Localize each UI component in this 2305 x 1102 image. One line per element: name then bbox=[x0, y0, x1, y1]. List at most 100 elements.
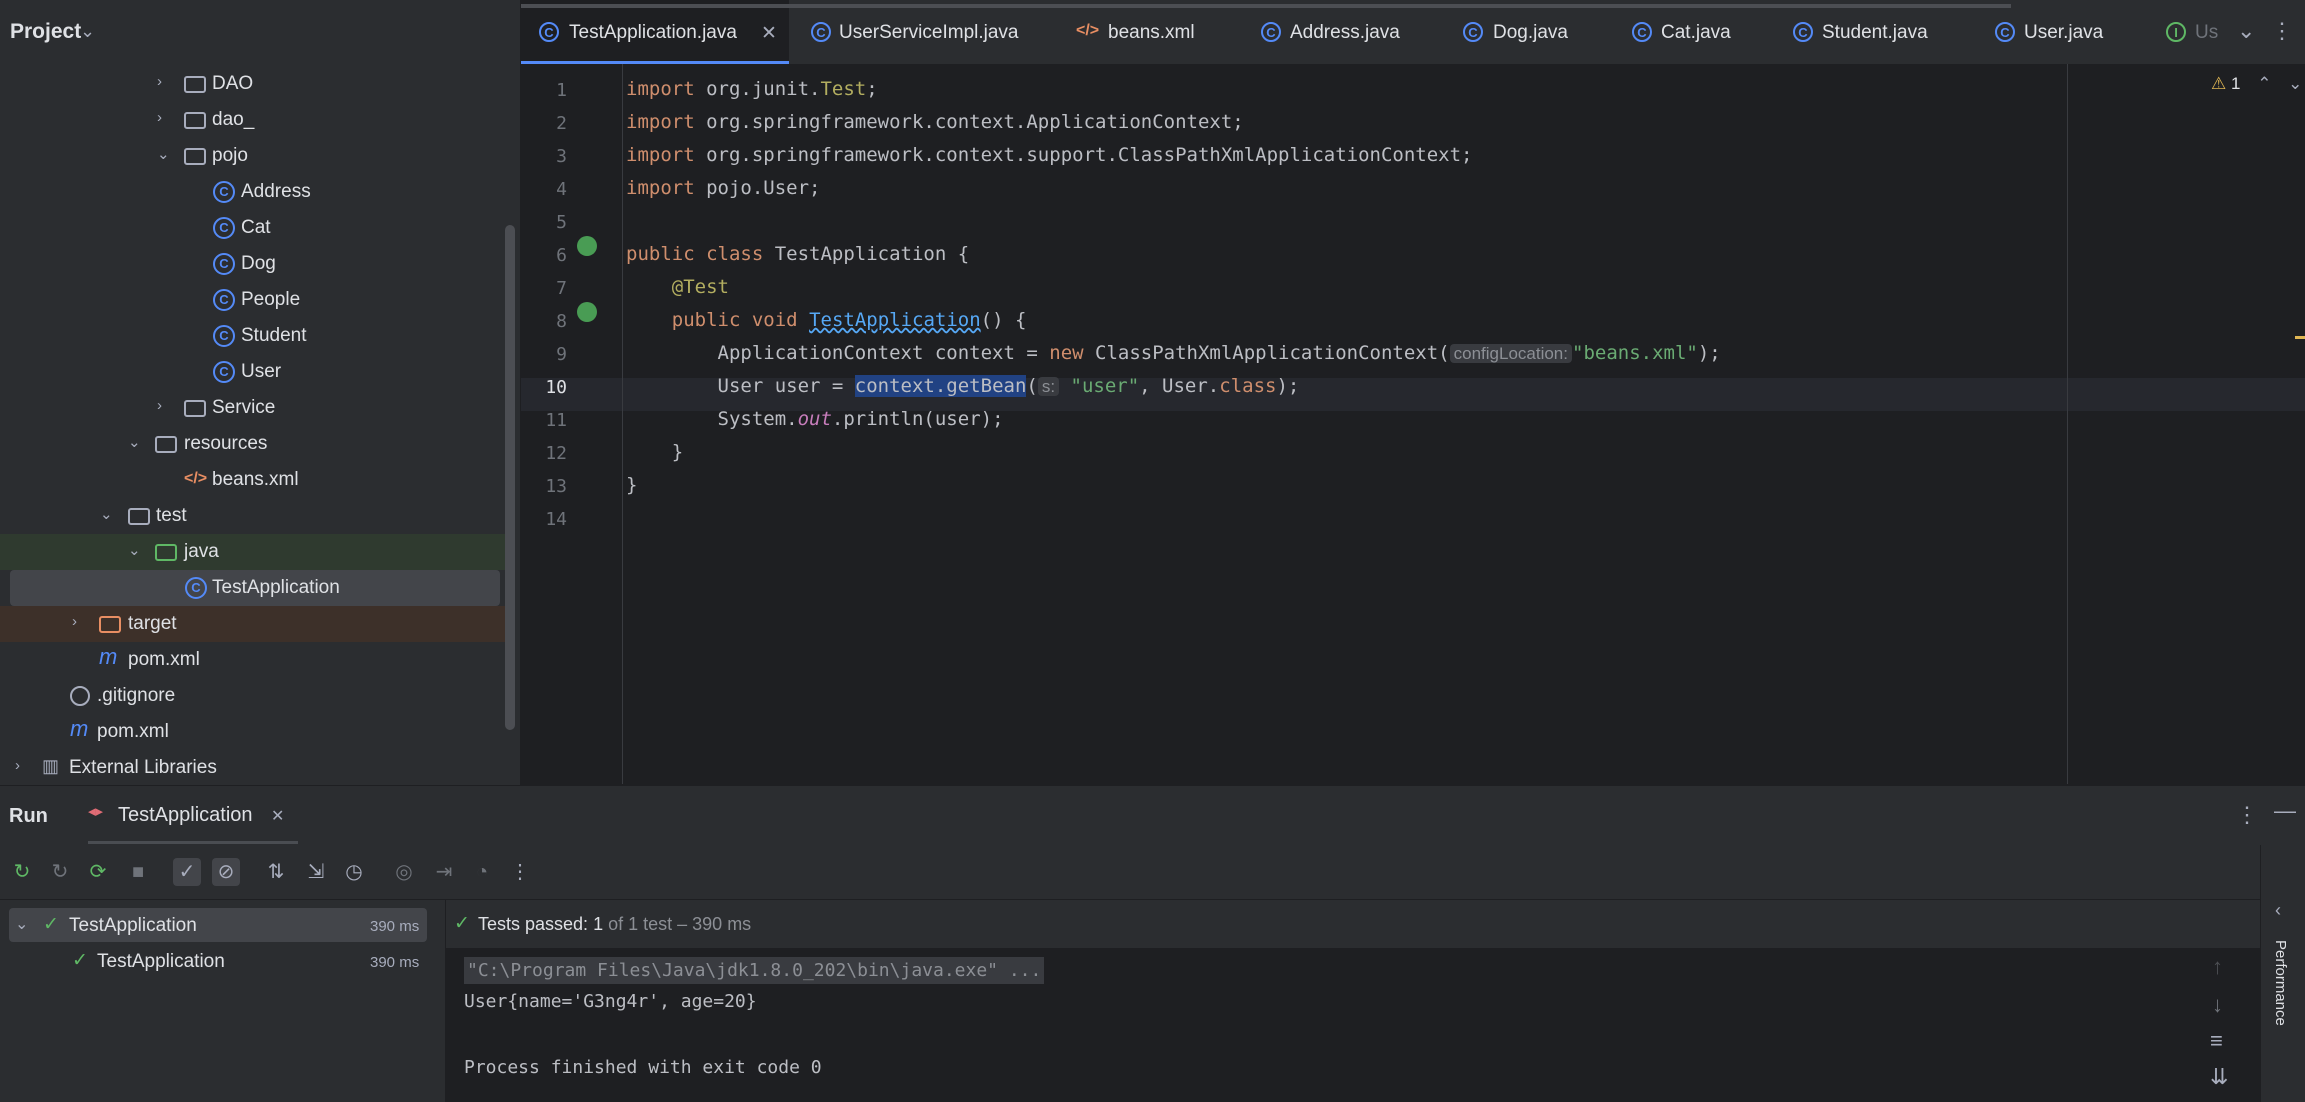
chevron-down-icon[interactable]: ⌄ bbox=[2288, 74, 2302, 93]
tab-user-java[interactable]: C User.java bbox=[1995, 0, 2125, 64]
chevron-right-icon[interactable]: › bbox=[72, 613, 88, 630]
code-editor[interactable]: 1 2 3 4 5 6 7 8 9 10 11 12 13 14 import … bbox=[521, 64, 2305, 784]
project-title[interactable]: Project bbox=[10, 20, 81, 44]
tree-item-java[interactable]: ⌄ java bbox=[0, 534, 505, 570]
scroll-to-end-icon[interactable]: ⇊ bbox=[2210, 1064, 2228, 1090]
tab-cat-java[interactable]: C Cat.java bbox=[1632, 0, 1752, 64]
chevron-up-icon[interactable]: ⌃ bbox=[2257, 74, 2271, 93]
import-icon[interactable]: ⇥ bbox=[430, 858, 458, 886]
line-number: 5 bbox=[556, 212, 567, 233]
class-icon: C bbox=[213, 289, 235, 311]
more-vertical-icon[interactable]: ⋮ bbox=[2236, 802, 2258, 828]
tab-us[interactable]: I Us bbox=[2166, 0, 2236, 64]
tree-item-student[interactable]: C Student bbox=[0, 318, 505, 354]
tab-testapplication-java[interactable]: C TestApplication.java ✕ bbox=[521, 0, 789, 64]
tab-label: Address.java bbox=[1290, 22, 1400, 43]
tree-item-address[interactable]: C Address bbox=[0, 174, 505, 210]
tree-item-target[interactable]: › target bbox=[0, 606, 505, 642]
tree-item-cat[interactable]: C Cat bbox=[0, 210, 505, 246]
test-case-row[interactable]: ✓ TestApplication 390 ms bbox=[9, 944, 427, 978]
tree-item-pom-xml-root[interactable]: m pom.xml bbox=[0, 714, 505, 750]
chevron-down-icon[interactable]: ⌄ bbox=[128, 433, 144, 451]
tab-label: User.java bbox=[2024, 22, 2104, 43]
project-header[interactable]: Project ⌄ bbox=[0, 0, 520, 64]
tab-address-java[interactable]: C Address.java bbox=[1261, 0, 1431, 64]
show-ignored-icon[interactable]: ⊘ bbox=[212, 858, 240, 886]
code-line-13: } bbox=[626, 474, 638, 496]
tab-dog-java[interactable]: C Dog.java bbox=[1463, 0, 1593, 64]
chevron-down-icon[interactable]: ⌄ bbox=[15, 914, 28, 934]
tree-item-label: pom.xml bbox=[97, 721, 169, 742]
tree-item-dao-underscore[interactable]: › dao_ bbox=[0, 102, 505, 138]
rerun-icon[interactable]: ↻ bbox=[8, 858, 36, 886]
coverage-icon[interactable]: ◔ bbox=[468, 858, 496, 886]
chevron-down-icon[interactable]: ⌄ bbox=[80, 21, 95, 42]
line-number: 11 bbox=[545, 410, 567, 431]
toggle-auto-test-icon[interactable]: ⟳ bbox=[84, 858, 112, 886]
more-vertical-icon[interactable]: ⋮ bbox=[506, 858, 534, 886]
project-panel: Project ⌄ › DAO › dao_ ⌄ pojo C Address … bbox=[0, 0, 521, 785]
interface-icon: I bbox=[2166, 22, 2186, 42]
chevron-down-icon[interactable]: ⌄ bbox=[157, 145, 173, 163]
rerun-failed-icon[interactable]: ↻ bbox=[46, 858, 74, 886]
chevron-right-icon[interactable]: › bbox=[157, 73, 173, 90]
tree-item-pom-xml[interactable]: m pom.xml bbox=[0, 642, 505, 678]
sort-icon[interactable]: ⇅ bbox=[262, 858, 290, 886]
more-vertical-icon[interactable]: ⋮ bbox=[2271, 18, 2293, 44]
stop-icon[interactable]: ■ bbox=[124, 858, 152, 886]
minimize-icon[interactable]: — bbox=[2274, 798, 2296, 824]
performance-tab[interactable]: Performance bbox=[2272, 940, 2289, 1026]
run-console[interactable]: ✓ Tests passed: 1 of 1 test – 390 ms "C:… bbox=[446, 845, 2305, 1102]
tree-item-external-libraries[interactable]: › ▥ External Libraries bbox=[0, 750, 505, 785]
soft-wrap-icon[interactable]: ≡ bbox=[2210, 1028, 2223, 1054]
tree-item-user[interactable]: C User bbox=[0, 354, 505, 390]
line-number: 12 bbox=[545, 443, 567, 464]
warning-count: 1 bbox=[2230, 74, 2241, 93]
chevron-down-icon[interactable]: ⌄ bbox=[100, 505, 116, 523]
chevron-down-icon[interactable]: ⌄ bbox=[2237, 18, 2255, 44]
tree-item-testapplication[interactable]: C TestApplication bbox=[10, 570, 500, 606]
run-tab-testapplication[interactable]: ◂▸ TestApplication ✕ bbox=[88, 786, 298, 844]
tab-userserviceimpl-java[interactable]: C UserServiceImpl.java bbox=[811, 0, 1061, 64]
run-test-gutter-icon[interactable] bbox=[577, 302, 597, 322]
chevron-right-icon[interactable]: › bbox=[157, 397, 173, 414]
close-icon[interactable]: ✕ bbox=[271, 806, 284, 826]
line-number: 4 bbox=[556, 179, 567, 200]
tab-scrollbar[interactable] bbox=[521, 4, 2011, 8]
tab-student-java[interactable]: C Student.java bbox=[1793, 0, 1943, 64]
tree-item-label: pom.xml bbox=[128, 649, 200, 670]
package-icon bbox=[184, 112, 206, 129]
tree-item-dao[interactable]: › DAO bbox=[0, 66, 505, 102]
tree-item-test[interactable]: ⌄ test bbox=[0, 498, 505, 534]
class-icon: C bbox=[213, 325, 235, 347]
folder-icon bbox=[128, 508, 150, 525]
warning-stripe-marker[interactable] bbox=[2295, 336, 2305, 339]
tree-item-pojo[interactable]: ⌄ pojo bbox=[0, 138, 505, 174]
arrow-down-icon[interactable]: ↓ bbox=[2212, 992, 2223, 1018]
run-test-gutter-icon[interactable] bbox=[577, 236, 597, 256]
test-status-bar: ✓ Tests passed: 1 of 1 test – 390 ms bbox=[446, 900, 2305, 948]
tab-beans-xml[interactable]: </> beans.xml bbox=[1076, 0, 1236, 64]
chevron-right-icon[interactable]: › bbox=[15, 757, 31, 774]
chevron-down-icon[interactable]: ⌄ bbox=[128, 541, 144, 559]
chevron-left-icon[interactable]: ‹ bbox=[2275, 900, 2281, 921]
collapse-all-icon[interactable]: ⇲ bbox=[302, 858, 330, 886]
tree-item-resources[interactable]: ⌄ resources bbox=[0, 426, 505, 462]
inspection-widget[interactable]: ⚠ 1 ⌃ ⌄ bbox=[2211, 74, 2302, 94]
test-suite-row[interactable]: ⌄ ✓ TestApplication 390 ms bbox=[9, 908, 427, 942]
close-icon[interactable]: ✕ bbox=[761, 22, 777, 45]
tree-item-people[interactable]: C People bbox=[0, 282, 505, 318]
arrow-up-icon[interactable]: ↑ bbox=[2212, 954, 2223, 980]
history-icon[interactable]: ◷ bbox=[340, 858, 368, 886]
tab-label: Cat.java bbox=[1661, 22, 1731, 43]
tree-item-gitignore[interactable]: .gitignore bbox=[0, 678, 505, 714]
project-scrollbar[interactable] bbox=[505, 225, 515, 730]
tree-item-label: Service bbox=[212, 397, 276, 418]
camera-icon[interactable]: ◎ bbox=[390, 858, 418, 886]
tree-item-dog[interactable]: C Dog bbox=[0, 246, 505, 282]
show-passed-icon[interactable]: ✓ bbox=[173, 858, 201, 886]
tree-item-label: People bbox=[241, 289, 301, 310]
tree-item-service[interactable]: › Service bbox=[0, 390, 505, 426]
tree-item-beans-xml[interactable]: </> beans.xml bbox=[0, 462, 505, 498]
chevron-right-icon[interactable]: › bbox=[157, 109, 173, 126]
